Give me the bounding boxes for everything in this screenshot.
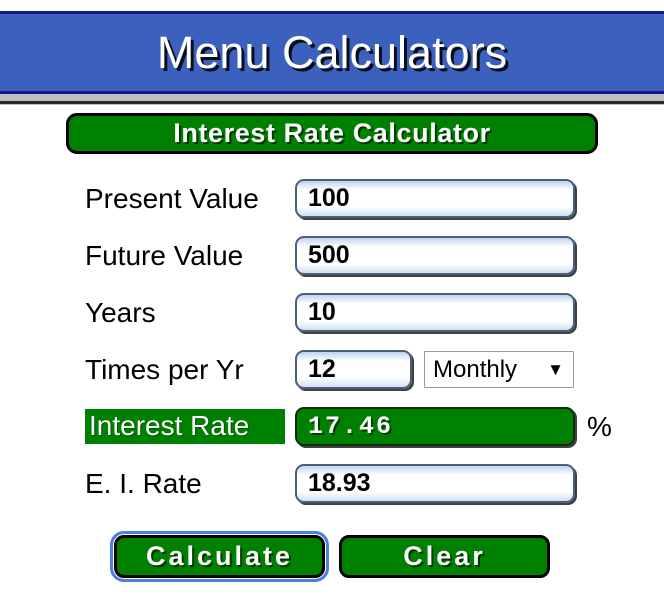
chevron-down-icon: ▼ [547, 360, 564, 379]
calculator-form: Present Value Future Value Years Times p… [0, 170, 664, 512]
future-value-input[interactable] [295, 236, 575, 275]
row-times-per-year: Times per Yr Monthly ▼ [0, 341, 664, 398]
effective-interest-rate-result[interactable] [295, 464, 575, 503]
years-input[interactable] [295, 293, 575, 332]
present-value-input[interactable] [295, 179, 575, 218]
compounding-period-value: Monthly [433, 355, 518, 383]
effective-interest-rate-label: E. I. Rate [85, 467, 202, 499]
times-per-yr-input[interactable] [295, 350, 412, 389]
app-header: Menu Calculators [0, 11, 664, 94]
percent-unit-label: % [587, 410, 612, 442]
row-years: Years [0, 284, 664, 341]
compounding-period-select[interactable]: Monthly ▼ [424, 351, 574, 388]
times-per-yr-label: Times per Yr [85, 353, 244, 385]
row-effective-interest-rate: E. I. Rate [0, 455, 664, 512]
row-present-value: Present Value [0, 170, 664, 227]
interest-rate-label: Interest Rate [85, 409, 285, 444]
action-button-row: Calculate Clear [0, 531, 664, 582]
interest-rate-result[interactable] [295, 407, 575, 446]
clear-button[interactable]: Clear [339, 535, 550, 578]
row-future-value: Future Value [0, 227, 664, 284]
future-value-label: Future Value [85, 239, 244, 271]
years-label: Years [85, 296, 156, 328]
calculator-title-row: Interest Rate Calculator [0, 113, 664, 154]
interest-rate-calculator-title-button[interactable]: Interest Rate Calculator [66, 113, 598, 154]
calculate-button[interactable]: Calculate [110, 531, 329, 582]
page-title: Menu Calculators [156, 27, 508, 78]
row-interest-rate: Interest Rate % [0, 398, 664, 455]
header-divider-strip [0, 94, 664, 105]
present-value-label: Present Value [85, 182, 259, 214]
